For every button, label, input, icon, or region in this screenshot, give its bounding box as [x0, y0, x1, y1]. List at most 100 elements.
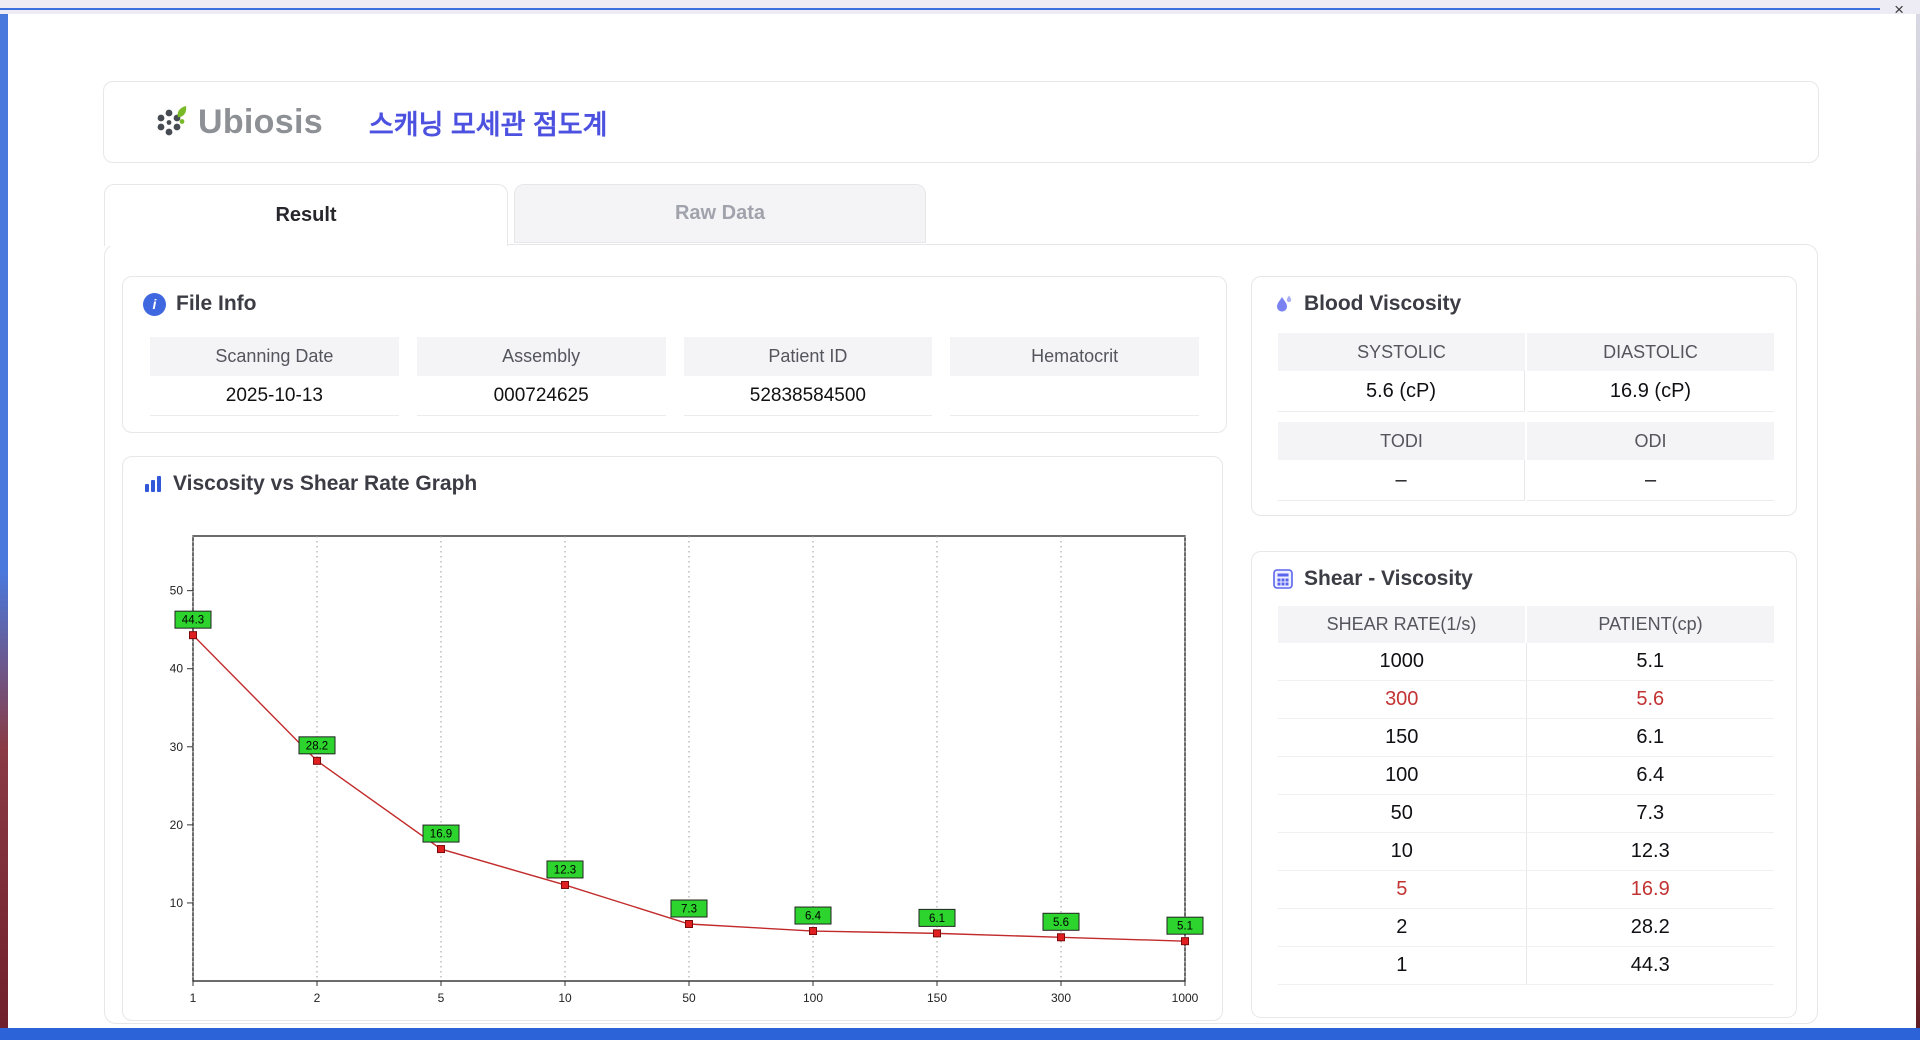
svg-text:300: 300 — [1051, 991, 1071, 1005]
desktop-background-right — [1916, 0, 1920, 1040]
svg-text:6.1: 6.1 — [929, 913, 945, 925]
ubiosis-logo-icon — [157, 106, 187, 136]
graph-title: Viscosity vs Shear Rate Graph — [173, 472, 478, 495]
field-value: 52838584500 — [683, 376, 933, 416]
patient-cell: 6.4 — [1636, 764, 1665, 786]
brand-name: Ubiosis — [198, 102, 323, 141]
field-label: Scanning Date — [150, 337, 399, 376]
desktop-background-left — [0, 0, 8, 1040]
table-row: 10 12.3 — [1278, 833, 1774, 871]
table-row: 5 16.9 — [1278, 871, 1774, 909]
odi-label: ODI — [1527, 422, 1774, 460]
ubiosis-logo: Ubiosis — [152, 103, 323, 142]
shear-rate-cell: 300 — [1278, 681, 1527, 718]
shear-rate-cell: 150 — [1278, 719, 1527, 756]
blood-viscosity-title: Blood Viscosity — [1304, 292, 1462, 315]
svg-text:12.3: 12.3 — [554, 864, 576, 876]
field-scanning-date: Scanning Date 2025-10-13 — [150, 337, 399, 416]
bar-chart-icon — [145, 476, 161, 492]
viscosity-chart: 1 2 5 10 50 100 150 300 1000 10 20 30 40 50 44.3 28.2 16… — [170, 535, 1204, 1005]
titlebar — [0, 0, 1920, 14]
shear-viscosity-table: SHEAR RATE(1/s) PATIENT(cp) 1000 5.1 300 5.… — [1278, 606, 1774, 985]
shear-viscosity-panel: Shear - Viscosity SHEAR RATE(1/s) PATIEN… — [1251, 551, 1797, 1018]
svg-text:5: 5 — [438, 991, 445, 1005]
blood-viscosity-table: SYSTOLIC DIASTOLIC 5.6 (cP) 16.9 (cP) TO… — [1278, 333, 1774, 501]
shear-rate-cell: 1000 — [1278, 643, 1527, 680]
table-header-row: SHEAR RATE(1/s) PATIENT(cp) — [1278, 606, 1774, 643]
close-icon[interactable]: × — [1890, 1, 1908, 19]
blood-viscosity-panel: Blood Viscosity SYSTOLIC DIASTOLIC 5.6 (… — [1251, 276, 1797, 516]
svg-text:6.4: 6.4 — [805, 911, 822, 923]
patient-cell: 44.3 — [1630, 954, 1670, 976]
field-value: 2025-10-13 — [150, 376, 399, 416]
svg-text:30: 30 — [170, 740, 184, 754]
patient-cell: 28.2 — [1630, 916, 1670, 938]
todi-label: TODI — [1278, 422, 1525, 460]
app-window: Ubiosis 스캐닝 모세관 점도계 Result Raw Data File… — [8, 14, 1916, 1028]
svg-text:2: 2 — [314, 991, 321, 1005]
table-row: 2 28.2 — [1278, 909, 1774, 947]
patient-cell: 6.1 — [1636, 726, 1665, 748]
diastolic-value: 16.9 (cP) — [1527, 371, 1774, 412]
field-label: Assembly — [416, 337, 666, 376]
patient-cell: 12.3 — [1630, 840, 1670, 862]
calculator-icon — [1273, 569, 1293, 589]
table-row: 100 6.4 — [1278, 757, 1774, 795]
shear-rate-cell: 1 — [1278, 947, 1527, 984]
svg-text:40: 40 — [170, 662, 184, 676]
diastolic-label: DIASTOLIC — [1527, 333, 1774, 371]
column-header-shear-rate: SHEAR RATE(1/s) — [1278, 606, 1525, 643]
file-info-title: File Info — [176, 292, 257, 315]
table-row: 1 44.3 — [1278, 947, 1774, 985]
file-info-panel: File Info Scanning Date 2025-10-13 Assem… — [122, 276, 1227, 433]
patient-cell: 7.3 — [1636, 802, 1665, 824]
shear-viscosity-title: Shear - Viscosity — [1304, 567, 1473, 590]
systolic-label: SYSTOLIC — [1278, 333, 1525, 371]
svg-text:20: 20 — [170, 818, 184, 832]
svg-text:10: 10 — [558, 991, 572, 1005]
svg-text:100: 100 — [803, 991, 823, 1005]
svg-text:44.3: 44.3 — [182, 615, 204, 627]
svg-text:50: 50 — [170, 584, 184, 598]
patient-cell: 5.6 — [1636, 688, 1665, 710]
page-title: 스캐닝 모세관 점도계 — [368, 109, 608, 140]
tab-result[interactable]: Result — [104, 184, 508, 246]
field-value — [950, 376, 1199, 416]
svg-text:5.6: 5.6 — [1053, 917, 1069, 929]
field-patient-id: Patient ID 52838584500 — [683, 337, 933, 416]
titlebar-accent-line — [0, 8, 1880, 10]
field-assembly: Assembly 000724625 — [416, 337, 666, 416]
shear-rate-cell: 5 — [1278, 871, 1527, 908]
table-gap — [1278, 412, 1774, 422]
systolic-value: 5.6 (cP) — [1278, 371, 1525, 412]
tab-raw-data[interactable]: Raw Data — [514, 184, 926, 243]
table-row: 1000 5.1 — [1278, 643, 1774, 681]
svg-text:1: 1 — [190, 991, 197, 1005]
patient-cell: 5.1 — [1636, 650, 1665, 672]
shear-rate-cell: 2 — [1278, 909, 1527, 946]
table-row: 300 5.6 — [1278, 681, 1774, 719]
svg-text:16.9: 16.9 — [430, 829, 452, 841]
svg-text:7.3: 7.3 — [681, 904, 697, 916]
info-icon — [143, 292, 166, 316]
shear-rate-cell: 10 — [1278, 833, 1527, 870]
field-value: 000724625 — [416, 376, 666, 416]
odi-value: – — [1527, 460, 1774, 501]
svg-text:28.2: 28.2 — [306, 740, 328, 752]
shear-rate-cell: 50 — [1278, 795, 1527, 832]
table-row: 50 7.3 — [1278, 795, 1774, 833]
droplet-icon — [1277, 295, 1292, 312]
shear-rate-cell: 100 — [1278, 757, 1527, 794]
field-label: Hematocrit — [950, 337, 1199, 376]
column-header-patient: PATIENT(cp) — [1527, 606, 1774, 643]
svg-text:150: 150 — [927, 991, 947, 1005]
todi-value: – — [1278, 460, 1525, 501]
graph-panel: Viscosity vs Shear Rate Graph 1 2 5 10 50 100… — [122, 456, 1223, 1021]
table-row: 150 6.1 — [1278, 719, 1774, 757]
svg-text:5.1: 5.1 — [1177, 921, 1193, 933]
svg-text:50: 50 — [682, 991, 696, 1005]
field-label: Patient ID — [683, 337, 933, 376]
svg-text:10: 10 — [170, 896, 184, 910]
shear-viscosity-body: 1000 5.1 300 5.6 150 6.1 100 6.4 50 7.3 10 12.3 5 16.… — [1278, 643, 1774, 985]
svg-text:1000: 1000 — [1172, 991, 1199, 1005]
